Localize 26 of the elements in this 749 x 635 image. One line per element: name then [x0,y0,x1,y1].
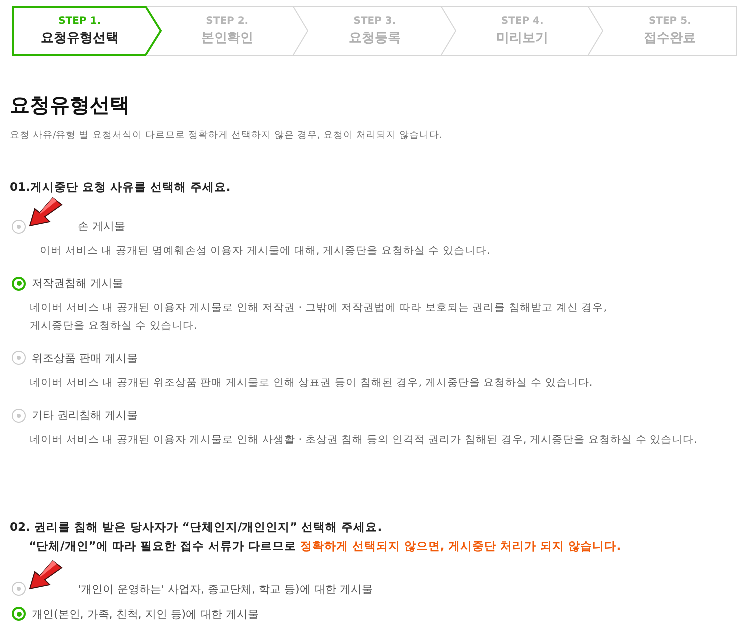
annotation-arrow [29,197,63,227]
chevron-separator [146,6,162,56]
option-description: 네이버 서비스 내 공개된 위조상품 판매 게시물로 인해 상표권 등이 침해된 경우, 게시중단을 요청하실 수 있습니다. [30,376,594,391]
radio-button[interactable] [12,276,26,291]
option-label[interactable]: 위조상품 판매 게시물 [32,350,138,366]
option-label[interactable]: 저작권침해 게시물 [32,276,124,292]
step-tab[interactable]: STEP 1. 요청유형선택 [12,6,146,56]
page-subtitle: 요청 사유/유형 별 요청서식이 다르므로 정확하게 선택하지 않은 경우, 요청이 처리되지 않습니다. [10,129,444,142]
option-description: 네이버 서비스 내 공개된 이용자 게시물로 인해 사생활 · 초상권 침해 등의 인격적 권리가 침해된 경우, 게시중단을 요청하실 수 있습니다. [30,433,698,448]
radio-button[interactable] [12,408,26,423]
option-description: 이버 서비스 내 공개된 명예훼손성 이용자 게시물에 대해, 게시중단을 요청하실 수 있습니다. [40,244,492,259]
radio-button[interactable] [12,582,26,596]
section-heading: 02. 권리를 침해 받은 당사자가 “단체인지/개인인지” 선택해 주세요. [10,520,384,535]
radio-button[interactable] [12,351,26,366]
annotation-arrow [29,560,63,590]
section-heading: 01.게시중단 요청 사유를 선택해 주세요. [10,180,232,195]
option-label[interactable]: '개인이 운영하는' 사업자, 종교단체, 학교 등)에 대한 게시물 [78,582,373,597]
section-warning: 정확하게 선택되지 않으면, 게시중단 처리가 되지 않습니다. [300,538,622,554]
page-title: 요청유형선택 [10,92,131,119]
radio-button[interactable] [12,607,26,622]
radio-button[interactable] [12,220,26,234]
option-label[interactable]: 기타 권리침해 게시물 [32,408,138,424]
option-label[interactable]: 손 게시물 [78,219,126,234]
section-note: “단체/개인”에 따라 필요한 접수 서류가 다르므로 [29,538,296,554]
option-label[interactable]: 개인(본인, 가족, 친척, 지인 등)에 대한 게시물 [32,606,260,622]
option-description: 네이버 서비스 내 공개된 이용자 게시물로 인해 저작권 · 그밖에 저작권법에 따라 보호되는 권리를 침해받고 계신 경우, 게시중단을 요청하실 수 있습니다. [30,301,608,334]
